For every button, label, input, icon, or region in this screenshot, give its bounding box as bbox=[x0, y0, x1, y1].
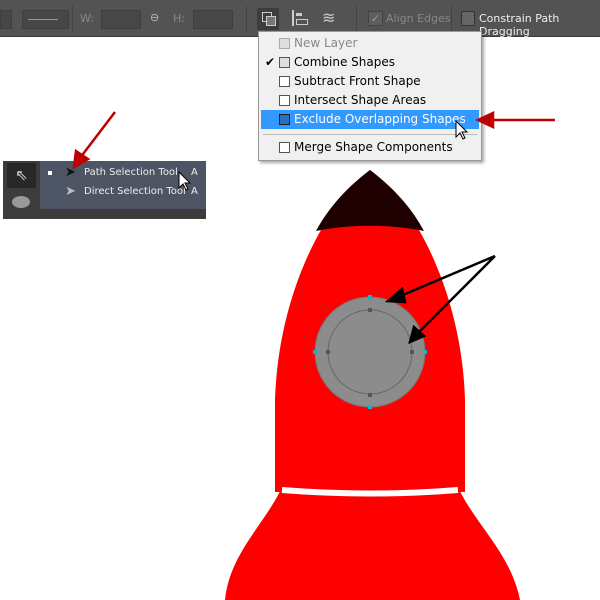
divider bbox=[356, 6, 357, 32]
exclude-overlapping-shapes-icon bbox=[279, 114, 290, 125]
combine-shapes-icon bbox=[279, 57, 290, 68]
subtract-front-shape-icon bbox=[279, 76, 290, 87]
path-alignment-icon[interactable] bbox=[292, 10, 308, 26]
menu-item-subtract-front-shape[interactable]: Subtract Front Shape bbox=[261, 72, 479, 91]
new-layer-icon bbox=[279, 38, 290, 49]
divider bbox=[72, 6, 73, 32]
active-bullet-icon bbox=[48, 171, 52, 175]
porthole-inner bbox=[327, 309, 413, 395]
path-operations-button[interactable] bbox=[257, 8, 279, 30]
constrain-path-checkbox[interactable] bbox=[461, 11, 475, 26]
path-selection-arrow-icon: ➤ bbox=[65, 165, 76, 180]
dropdown-button[interactable] bbox=[0, 10, 12, 29]
tool-flyout: ⇖ ➤ Path Selection Tool A ➤ Direct Selec… bbox=[3, 161, 206, 219]
merge-shape-components-icon bbox=[279, 142, 290, 153]
stroke-style-dropdown[interactable] bbox=[22, 10, 69, 29]
direct-selection-arrow-icon: ➤ bbox=[65, 184, 76, 199]
divider bbox=[451, 6, 452, 32]
link-icon[interactable]: ⊖ bbox=[150, 11, 159, 24]
path-selection-tool-button[interactable]: ⇖ bbox=[7, 163, 36, 188]
rocket-fins bbox=[225, 480, 520, 600]
align-edges-label: Align Edges bbox=[386, 12, 451, 25]
height-input[interactable] bbox=[193, 10, 233, 29]
menu-item-intersect-shape-areas[interactable]: Intersect Shape Areas bbox=[261, 91, 479, 110]
rocket-nose bbox=[316, 170, 424, 231]
tool-item-path-selection[interactable]: ➤ Path Selection Tool A bbox=[43, 163, 206, 182]
menu-item-exclude-overlapping-shapes[interactable]: Exclude Overlapping Shapes bbox=[261, 110, 479, 129]
menu-item-merge-shape-components[interactable]: Merge Shape Components bbox=[261, 138, 479, 157]
divider bbox=[246, 6, 247, 32]
menu-item-combine-shapes[interactable]: ✔ Combine Shapes bbox=[261, 53, 479, 72]
black-arrows bbox=[384, 254, 496, 345]
align-edges-checkbox[interactable]: ✓ bbox=[368, 11, 383, 26]
rocket-body bbox=[275, 170, 465, 492]
menu-separator bbox=[263, 134, 477, 135]
rocket-stripe bbox=[281, 487, 459, 497]
tool-item-direct-selection[interactable]: ➤ Direct Selection Tool A bbox=[43, 182, 206, 201]
porthole-outer bbox=[314, 296, 426, 408]
intersect-shape-areas-icon bbox=[279, 95, 290, 106]
height-label: H: bbox=[173, 12, 185, 25]
menu-item-new-layer[interactable]: New Layer bbox=[261, 34, 479, 53]
ellipse-tool-button[interactable] bbox=[12, 196, 30, 208]
constrain-path-label: Constrain Path Dragging bbox=[479, 12, 560, 38]
width-label: W: bbox=[80, 12, 94, 25]
path-operations-menu: New Layer ✔ Combine Shapes Subtract Front… bbox=[258, 31, 482, 161]
path-arrangement-icon[interactable]: ≋ bbox=[322, 8, 335, 27]
checkmark-icon: ✔ bbox=[265, 55, 276, 69]
width-input[interactable] bbox=[101, 10, 141, 29]
